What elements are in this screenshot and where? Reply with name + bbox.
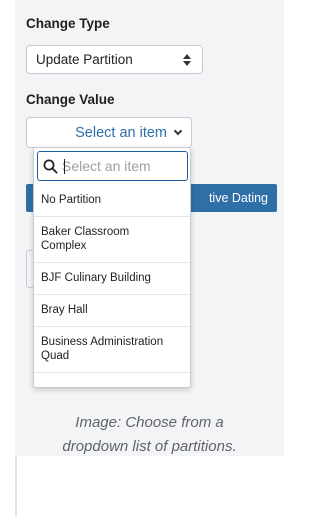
partition-option[interactable]: Bray Hall (34, 295, 190, 327)
partition-option[interactable]: Baker Classroom Complex (34, 217, 190, 263)
caption-line: dropdown list of partitions. (62, 438, 237, 455)
partition-option[interactable]: Business Administration Quad (34, 327, 190, 373)
change-value-trigger-text: Select an item (75, 124, 167, 141)
partition-option[interactable]: BJF Culinary Building (34, 263, 190, 295)
partition-option-label: Baker Classroom Complex (41, 226, 130, 252)
partition-option-label: Business Administration Quad (41, 336, 164, 362)
dropdown-search-input[interactable] (62, 158, 182, 174)
partition-dropdown: No Partition Baker Classroom Complex BJF… (33, 147, 191, 388)
image-caption: Image: Choose from a dropdown list of pa… (15, 411, 284, 459)
chevron-down-icon (173, 126, 183, 135)
change-value-select[interactable]: Select an item (26, 117, 192, 148)
partition-option[interactable]: No Partition (34, 185, 190, 217)
partition-option-label: No Partition (41, 193, 102, 206)
change-type-select[interactable]: Update Partition (26, 45, 203, 74)
divider (15, 456, 17, 516)
search-icon (43, 159, 58, 174)
partition-option-label: BJF Culinary Building (41, 271, 151, 284)
change-type-selected-value: Update Partition (36, 52, 133, 67)
change-value-label: Change Value (26, 92, 115, 107)
partition-option-label: Bray Hall (41, 303, 88, 316)
dropdown-search-box[interactable] (37, 151, 188, 181)
retroactive-dating-label: tive Dating (208, 191, 268, 205)
change-type-label: Change Type (26, 16, 110, 31)
text-cursor (64, 159, 65, 174)
caption-line: Image: Choose from a (75, 414, 224, 431)
updown-arrows-icon (183, 53, 191, 66)
